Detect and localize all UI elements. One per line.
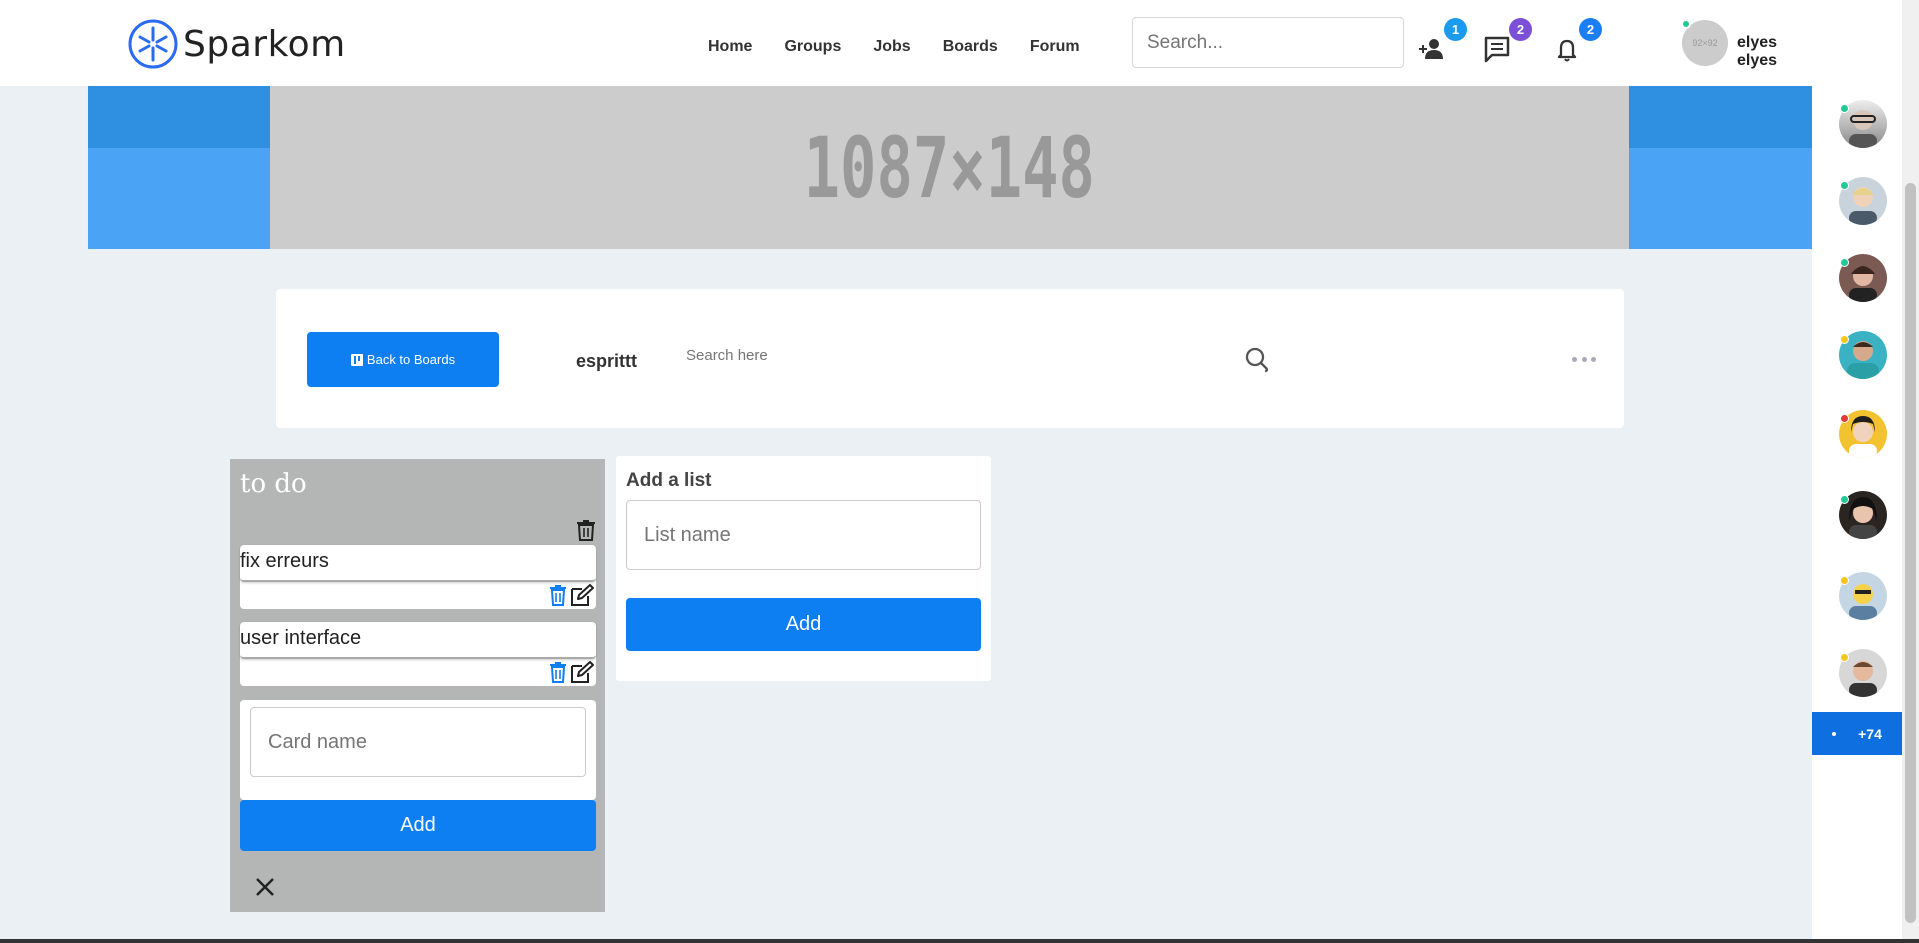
global-search-input[interactable] — [1132, 17, 1404, 68]
delete-card-icon[interactable] — [549, 584, 567, 606]
sparkom-logo-icon — [128, 19, 178, 69]
list-card[interactable]: user interface — [240, 622, 596, 686]
scrollbar-thumb[interactable] — [1905, 183, 1916, 923]
list-card[interactable]: fix erreurs — [240, 545, 596, 609]
app-logo[interactable]: Sparkom — [127, 18, 346, 70]
friend-requests-badge: 1 — [1444, 18, 1467, 41]
main-nav: Home Groups Jobs Boards Forum — [708, 38, 1112, 56]
friend-status-dot — [1840, 495, 1849, 504]
edit-card-icon[interactable] — [570, 584, 594, 606]
card-title: fix erreurs — [240, 545, 596, 582]
bullet-icon — [1832, 731, 1837, 736]
user-name[interactable]: elyes elyes — [1737, 34, 1812, 70]
user-online-indicator — [1681, 19, 1691, 29]
search-icon[interactable] — [1244, 346, 1272, 374]
friend-status-dot — [1840, 653, 1849, 662]
add-list-title: Add a list — [626, 470, 712, 491]
page-scrollbar[interactable] — [1902, 0, 1919, 943]
bell-icon — [1557, 39, 1577, 62]
back-to-boards-button[interactable]: Back to Boards — [307, 332, 499, 387]
placeholder-dimensions: 1087×148 — [803, 118, 1096, 217]
more-friends-button[interactable]: +74 — [1812, 712, 1902, 755]
nav-boards-link[interactable]: Boards — [943, 38, 998, 56]
friend-status-dot — [1840, 258, 1849, 267]
add-list-button[interactable]: Add — [626, 598, 981, 651]
nav-groups-link[interactable]: Groups — [784, 38, 841, 56]
board-title: esprittt — [576, 351, 638, 371]
friend-requests-button[interactable]: 1 — [1417, 18, 1467, 64]
trello-icon — [350, 353, 363, 366]
list-title[interactable]: to do — [240, 469, 307, 499]
top-header: Sparkom Home Groups Jobs Boards Forum 1 … — [0, 0, 1812, 86]
friend-status-dot — [1840, 576, 1849, 585]
close-icon[interactable] — [252, 874, 278, 900]
card-title: user interface — [240, 622, 596, 659]
friends-sidebar: +74 — [1812, 0, 1902, 943]
add-user-icon — [1419, 39, 1443, 59]
messages-button[interactable]: 2 — [1482, 18, 1532, 64]
friend-status-dot — [1840, 414, 1849, 423]
add-list-panel: Add a list Add — [616, 456, 991, 681]
card-actions — [240, 582, 596, 609]
card-composer — [240, 700, 596, 800]
notifications-button[interactable]: 2 — [1552, 18, 1602, 64]
friend-status-dot — [1840, 181, 1849, 190]
more-friends-count: +74 — [1858, 725, 1882, 742]
avatar-placeholder-text: 92×92 — [1692, 38, 1718, 48]
friend-status-dot — [1840, 104, 1849, 113]
board-search-input[interactable] — [686, 347, 986, 364]
more-options-icon[interactable] — [1572, 355, 1596, 363]
notifications-badge: 2 — [1579, 18, 1602, 41]
app-name: Sparkom — [183, 23, 346, 65]
card-name-input[interactable] — [250, 707, 586, 777]
board-toolbar: Back to Boards esprittt — [276, 289, 1624, 428]
delete-card-icon[interactable] — [549, 661, 567, 683]
nav-jobs-link[interactable]: Jobs — [873, 38, 910, 56]
chat-icon — [1484, 36, 1510, 63]
nav-forum-link[interactable]: Forum — [1030, 38, 1080, 56]
delete-list-icon[interactable] — [576, 519, 596, 541]
messages-badge: 2 — [1509, 18, 1532, 41]
nav-home-link[interactable]: Home — [708, 38, 752, 56]
list-name-input[interactable] — [626, 500, 981, 570]
edit-card-icon[interactable] — [570, 661, 594, 683]
friend-status-dot — [1840, 335, 1849, 344]
add-card-button[interactable]: Add — [240, 800, 596, 851]
taskbar-edge — [0, 939, 1919, 943]
cover-image-placeholder: 1087×148 — [270, 86, 1629, 249]
back-to-boards-label: Back to Boards — [366, 352, 456, 367]
list-column: to do fix erreurs user interface Card na… — [230, 459, 605, 912]
card-actions — [240, 659, 596, 686]
